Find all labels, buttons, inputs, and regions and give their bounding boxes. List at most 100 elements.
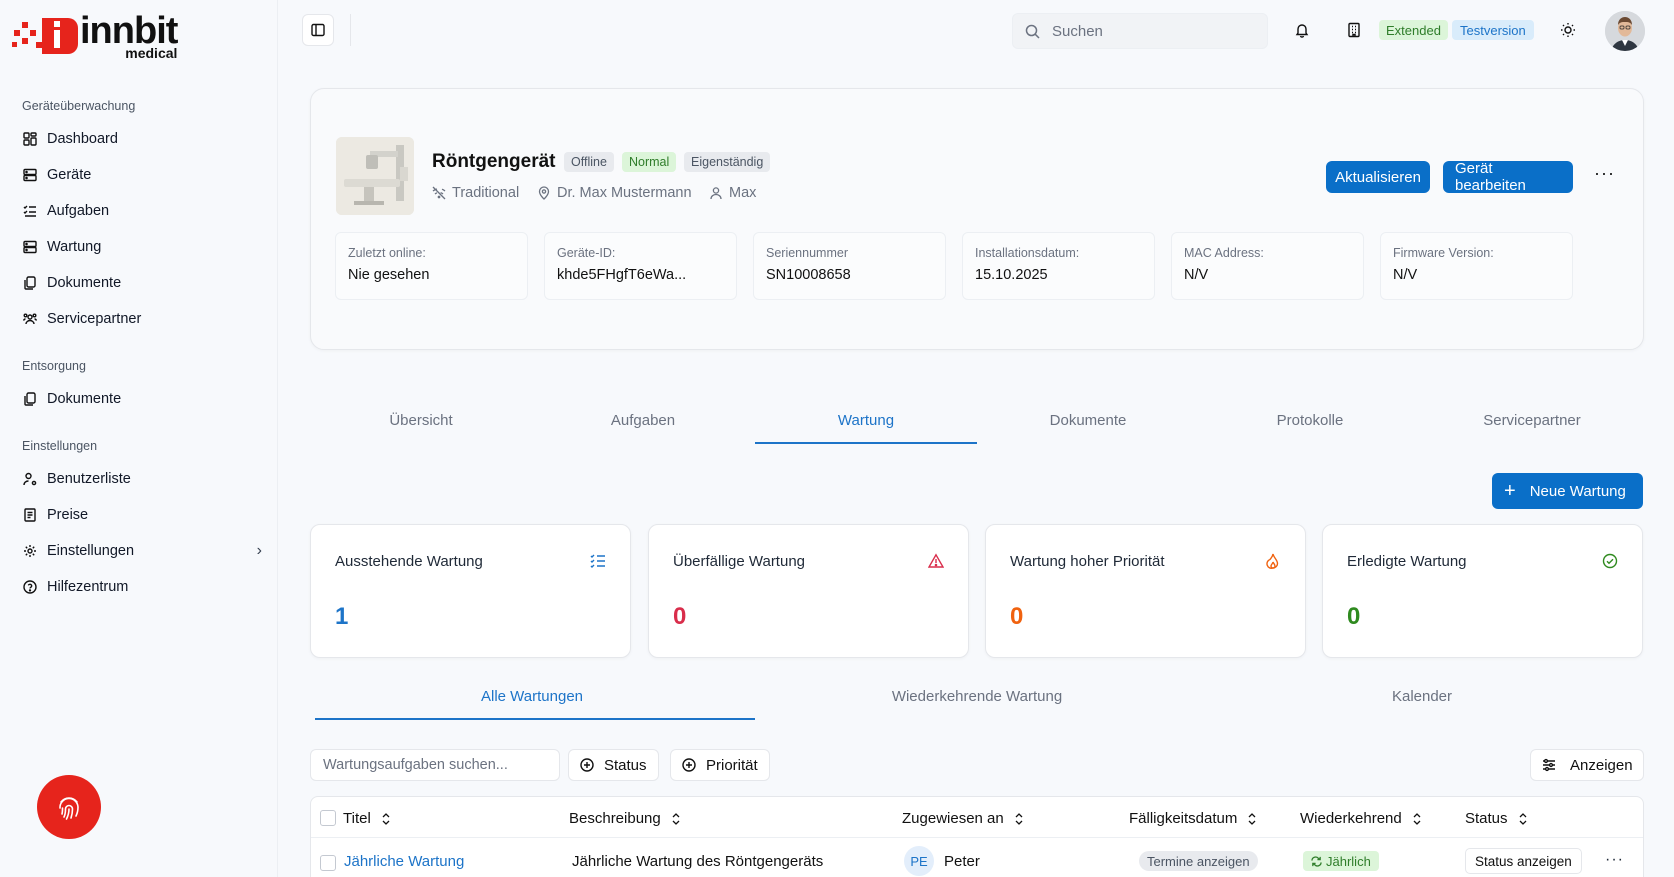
show-status-button[interactable]: Status anzeigen <box>1465 848 1582 874</box>
tab-logs[interactable]: Protokolle <box>1199 412 1421 429</box>
column-header-due-date[interactable]: Fälligkeitsdatum <box>1129 810 1257 827</box>
sidebar-toggle-button[interactable] <box>302 14 334 46</box>
logo-mark-icon <box>12 12 78 56</box>
sidebar-item-label: Benutzerliste <box>47 471 131 487</box>
global-search[interactable] <box>1012 13 1268 49</box>
stat-title: Wartung hoher Priorität <box>1010 553 1165 570</box>
info-value: khde5FHgfT6eWa... <box>557 267 687 283</box>
sidebar-item-einstellungen[interactable]: Einstellungen › <box>22 536 262 566</box>
column-header-assignee[interactable]: Zugewiesen an <box>902 810 1024 827</box>
row-checkbox[interactable] <box>320 855 336 871</box>
refresh-button[interactable]: Aktualisieren <box>1326 161 1430 193</box>
device-owner-label: Max <box>729 185 757 201</box>
maintenance-search[interactable] <box>310 749 560 781</box>
tab-service-partners[interactable]: Servicepartner <box>1421 412 1643 429</box>
search-input[interactable] <box>1052 22 1252 40</box>
view-options-button[interactable]: Anzeigen <box>1530 749 1644 781</box>
notifications-button[interactable] <box>1290 18 1314 42</box>
sidebar-item-benutzerliste[interactable]: Benutzerliste <box>22 464 262 494</box>
column-header-status[interactable]: Status <box>1465 810 1528 827</box>
user-icon <box>709 186 723 200</box>
info-device-id: Geräte-ID: khde5FHgfT6eWa... <box>544 232 737 300</box>
sidebar-item-label: Geräte <box>47 167 92 183</box>
sidebar-item-label: Dokumente <box>47 391 122 407</box>
new-maintenance-button[interactable]: + Neue Wartung <box>1492 473 1643 509</box>
tab-maintenance[interactable]: Wartung <box>755 412 977 429</box>
sidebar-item-hilfezentrum[interactable]: Hilfezentrum <box>22 572 262 602</box>
sidebar-item-aufgaben[interactable]: Aufgaben <box>22 196 262 226</box>
view-options-label: Anzeigen <box>1570 756 1633 774</box>
device-card: Röntgengerät Offline Normal Eigenständig… <box>310 88 1644 350</box>
sort-icon <box>1014 812 1024 825</box>
status-badge-standalone: Eigenständig <box>684 152 771 172</box>
sidebar-item-geraete[interactable]: Geräte <box>22 160 262 190</box>
info-firmware-version: Firmware Version: N/V <box>1380 232 1573 300</box>
due-date-badge[interactable]: Termine anzeigen <box>1139 851 1258 871</box>
info-last-online: Zuletzt online: Nie gesehen <box>335 232 528 300</box>
fingerprint-button[interactable] <box>37 775 101 839</box>
row-description: Jährliche Wartung des Röntgengeräts <box>572 853 824 870</box>
sidebar-item-dokumente-entsorgung[interactable]: Dokumente <box>22 384 262 414</box>
sidebar: innbit medical Geräteüberwachung Dashboa… <box>0 0 278 877</box>
priority-filter-button[interactable]: Priorität <box>670 749 770 781</box>
info-label: Geräte-ID: <box>557 246 616 260</box>
status-badge-offline: Offline <box>564 152 614 172</box>
row-assignee: Peter <box>944 853 980 870</box>
column-header-recurring[interactable]: Wiederkehrend <box>1300 810 1422 827</box>
device-location-label: Dr. Max Mustermann <box>557 185 692 201</box>
new-maintenance-label: Neue Wartung <box>1529 482 1626 500</box>
fingerprint-icon <box>59 797 79 820</box>
active-tab-indicator <box>755 442 977 444</box>
column-label: Beschreibung <box>569 810 661 827</box>
sidebar-item-dashboard[interactable]: Dashboard <box>22 124 262 154</box>
info-label: Installationsdatum: <box>975 246 1080 260</box>
sidebar-item-preise[interactable]: Preise <box>22 500 262 530</box>
stat-title: Ausstehende Wartung <box>335 553 483 570</box>
subtab-calendar[interactable]: Kalender <box>1201 688 1643 705</box>
row-title-link[interactable]: Jährliche Wartung <box>344 853 464 870</box>
select-all-checkbox[interactable] <box>320 810 336 826</box>
stat-value: 0 <box>1347 603 1361 630</box>
user-avatar[interactable] <box>1605 11 1645 51</box>
sidebar-item-label: Wartung <box>47 239 102 255</box>
more-options-icon[interactable]: ··· <box>1594 163 1615 184</box>
plus-icon: + <box>1504 479 1516 502</box>
wifi-off-icon <box>432 186 446 200</box>
sidebar-item-label: Preise <box>47 507 89 523</box>
organization-button[interactable] <box>1342 18 1366 42</box>
column-label: Status <box>1465 810 1508 827</box>
sidebar-item-servicepartner[interactable]: Servicepartner <box>22 304 262 334</box>
help-icon <box>22 579 38 595</box>
trial-badge[interactable]: Testversion <box>1452 20 1534 40</box>
device-owner: Max <box>709 185 756 201</box>
row-actions-icon[interactable]: ··· <box>1605 851 1624 869</box>
priority-filter-label: Priorität <box>706 756 758 774</box>
tab-overview[interactable]: Übersicht <box>310 412 532 429</box>
status-filter-button[interactable]: Status <box>568 749 659 781</box>
sidebar-item-label: Dashboard <box>47 131 118 147</box>
column-header-description[interactable]: Beschreibung <box>569 810 681 827</box>
assignee-avatar: PE <box>904 846 934 876</box>
stat-value: 0 <box>1010 603 1024 630</box>
brand-logo[interactable]: innbit medical <box>12 12 178 60</box>
sidebar-item-wartung[interactable]: Wartung <box>22 232 262 262</box>
theme-toggle-button[interactable] <box>1556 18 1580 42</box>
subtab-recurring[interactable]: Wiederkehrende Wartung <box>756 688 1198 705</box>
sidebar-item-dokumente[interactable]: Dokumente <box>22 268 262 298</box>
tab-tasks[interactable]: Aufgaben <box>532 412 754 429</box>
column-header-title[interactable]: Titel <box>343 810 391 827</box>
subtab-all[interactable]: Alle Wartungen <box>311 688 753 705</box>
sort-icon <box>381 812 391 825</box>
edit-device-button[interactable]: Gerät bearbeiten <box>1443 160 1573 194</box>
warning-triangle-icon <box>927 553 945 569</box>
repeat-icon <box>1311 855 1322 867</box>
maintenance-search-input[interactable] <box>323 757 553 773</box>
divider <box>350 14 351 46</box>
sort-icon <box>1412 812 1422 825</box>
sidebar-item-label: Servicepartner <box>47 311 142 327</box>
recurring-badge: Jährlich <box>1303 851 1379 871</box>
active-subtab-indicator <box>315 718 755 720</box>
tab-documents[interactable]: Dokumente <box>977 412 1199 429</box>
info-install-date: Installationsdatum: 15.10.2025 <box>962 232 1155 300</box>
gear-icon <box>22 543 38 559</box>
